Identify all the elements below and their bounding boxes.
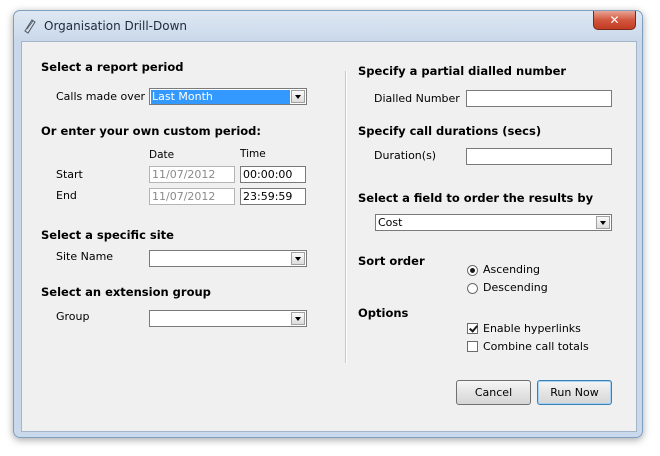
group-dropdown[interactable] bbox=[149, 310, 307, 327]
dialog-client-area: Select a report period Calls made over L… bbox=[21, 41, 637, 432]
calls-made-over-value: Last Month bbox=[151, 90, 290, 104]
enable-hyperlinks-label[interactable]: Enable hyperlinks bbox=[483, 322, 581, 335]
calls-made-over-dropdown[interactable]: Last Month bbox=[149, 88, 307, 105]
start-label: Start bbox=[56, 168, 83, 181]
order-field-dropdown[interactable]: Cost bbox=[375, 214, 612, 231]
durations-heading: Specify call durations (secs) bbox=[358, 124, 542, 138]
ascending-label[interactable]: Ascending bbox=[483, 263, 540, 276]
start-date-value: 11/07/2012 bbox=[152, 168, 216, 181]
extension-group-heading: Select an extension group bbox=[41, 285, 211, 299]
descending-radio[interactable] bbox=[467, 283, 478, 294]
end-date-field[interactable]: 11/07/2012 bbox=[149, 188, 235, 205]
end-date-value: 11/07/2012 bbox=[152, 190, 216, 203]
title-bar[interactable]: Organisation Drill-Down ✕ bbox=[14, 11, 642, 41]
combine-totals-label[interactable]: Combine call totals bbox=[483, 340, 589, 353]
dialog-window: Organisation Drill-Down ✕ Select a repor… bbox=[13, 10, 643, 438]
site-name-dropdown[interactable] bbox=[149, 250, 307, 267]
group-label: Group bbox=[56, 310, 90, 323]
options-heading: Options bbox=[358, 306, 409, 320]
end-label: End bbox=[56, 189, 77, 202]
start-time-field[interactable]: 00:00:00 bbox=[240, 166, 306, 183]
date-column-header: Date bbox=[149, 149, 175, 161]
durations-input[interactable] bbox=[466, 148, 612, 165]
site-name-label: Site Name bbox=[56, 250, 114, 263]
calls-made-over-label: Calls made over bbox=[56, 90, 145, 103]
report-period-heading: Select a report period bbox=[41, 60, 184, 74]
order-field-value: Cost bbox=[378, 216, 403, 229]
end-time-field[interactable]: 23:59:59 bbox=[240, 188, 306, 205]
end-time-value: 23:59:59 bbox=[243, 190, 293, 203]
chevron-down-icon[interactable] bbox=[291, 90, 305, 103]
ascending-radio[interactable] bbox=[467, 265, 478, 276]
sort-order-heading: Sort order bbox=[358, 254, 425, 268]
chevron-down-icon[interactable] bbox=[291, 252, 305, 265]
custom-period-heading: Or enter your own custom period: bbox=[41, 124, 261, 138]
site-heading: Select a specific site bbox=[41, 228, 174, 242]
dialled-number-input[interactable] bbox=[466, 90, 612, 107]
time-column-header: Time bbox=[240, 148, 266, 160]
start-date-field[interactable]: 11/07/2012 bbox=[149, 166, 235, 183]
combine-totals-checkbox[interactable] bbox=[467, 341, 478, 352]
run-now-button[interactable]: Run Now bbox=[537, 380, 612, 405]
start-time-value: 00:00:00 bbox=[243, 168, 293, 181]
descending-label[interactable]: Descending bbox=[483, 281, 548, 294]
cancel-button[interactable]: Cancel bbox=[456, 380, 531, 405]
durations-label: Duration(s) bbox=[374, 149, 437, 162]
enable-hyperlinks-checkbox[interactable] bbox=[467, 323, 478, 334]
window-title: Organisation Drill-Down bbox=[44, 19, 187, 33]
phone-handset-icon bbox=[24, 19, 36, 34]
chevron-down-icon[interactable] bbox=[291, 312, 305, 325]
close-button[interactable]: ✕ bbox=[593, 11, 636, 30]
chevron-down-icon[interactable] bbox=[596, 216, 610, 229]
dialled-number-label: Dialled Number bbox=[374, 92, 460, 105]
column-divider bbox=[345, 71, 347, 363]
dialled-number-heading: Specify a partial dialled number bbox=[358, 64, 567, 78]
order-field-heading: Select a field to order the results by bbox=[358, 191, 594, 205]
